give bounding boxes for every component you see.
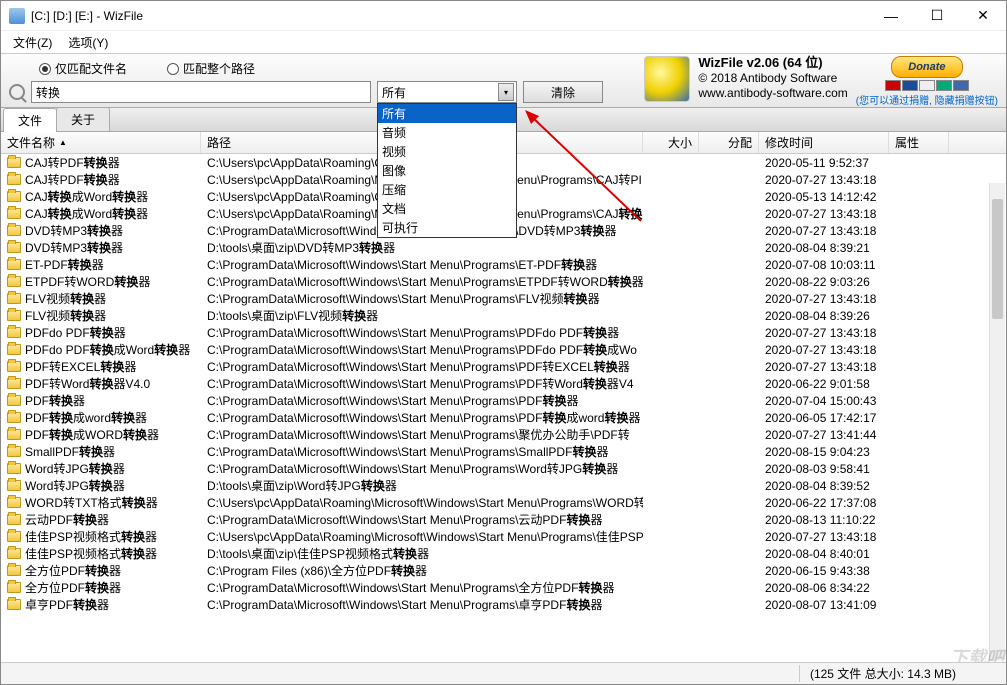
- payment-icons: [856, 80, 998, 91]
- col-size[interactable]: 大小: [643, 132, 699, 153]
- table-row[interactable]: 全方位PDF转换器C:\ProgramData\Microsoft\Window…: [1, 579, 1006, 596]
- folder-icon: [7, 514, 21, 525]
- menu-options[interactable]: 选项(Y): [60, 32, 116, 53]
- filter-option[interactable]: 可执行: [378, 218, 516, 237]
- folder-icon: [7, 429, 21, 440]
- table-row[interactable]: 卓亨PDF转换器C:\ProgramData\Microsoft\Windows…: [1, 596, 1006, 613]
- table-row[interactable]: WORD转TXT格式转换器C:\Users\pc\AppData\Roaming…: [1, 494, 1006, 511]
- folder-icon: [7, 582, 21, 593]
- search-icon: [9, 84, 25, 100]
- folder-icon: [7, 497, 21, 508]
- table-row[interactable]: PDF转换成WORD转换器C:\ProgramData\Microsoft\Wi…: [1, 426, 1006, 443]
- filter-option[interactable]: 音频: [378, 123, 516, 142]
- table-row[interactable]: FLV视频转换器C:\ProgramData\Microsoft\Windows…: [1, 290, 1006, 307]
- folder-icon: [7, 310, 21, 321]
- folder-icon: [7, 276, 21, 287]
- table-row[interactable]: ET-PDF转换器C:\ProgramData\Microsoft\Window…: [1, 256, 1006, 273]
- close-button[interactable]: ✕: [960, 1, 1006, 31]
- folder-icon: [7, 463, 21, 474]
- folder-icon: [7, 395, 21, 406]
- search-input[interactable]: [31, 81, 371, 103]
- chevron-down-icon[interactable]: ▾: [498, 83, 514, 101]
- filter-option[interactable]: 视频: [378, 142, 516, 161]
- folder-icon: [7, 174, 21, 185]
- window-title: [C:] [D:] [E:] - WizFile: [31, 9, 868, 23]
- folder-icon: [7, 208, 21, 219]
- col-attr[interactable]: 属性: [889, 132, 949, 153]
- menu-file[interactable]: 文件(Z): [5, 32, 60, 53]
- tab-file[interactable]: 文件: [3, 108, 57, 132]
- filter-option[interactable]: 压缩: [378, 180, 516, 199]
- scrollbar[interactable]: [989, 183, 1005, 661]
- table-row[interactable]: 云动PDF转换器C:\ProgramData\Microsoft\Windows…: [1, 511, 1006, 528]
- folder-icon: [7, 361, 21, 372]
- table-row[interactable]: 全方位PDF转换器C:\Program Files (x86)\全方位PDF转换…: [1, 562, 1006, 579]
- table-row[interactable]: PDFdo PDF转换器C:\ProgramData\Microsoft\Win…: [1, 324, 1006, 341]
- table-row[interactable]: PDF转换器C:\ProgramData\Microsoft\Windows\S…: [1, 392, 1006, 409]
- folder-icon: [7, 225, 21, 236]
- filter-option[interactable]: 所有: [378, 104, 516, 123]
- donate-note: (您可以通过捐赠, 隐藏捐赠按钮): [856, 92, 998, 107]
- table-row[interactable]: PDF转Word转换器V4.0C:\ProgramData\Microsoft\…: [1, 375, 1006, 392]
- folder-icon: [7, 548, 21, 559]
- status-text: (125 文件 总大小: 14.3 MB): [799, 665, 966, 682]
- brand-text: WizFile v2.06 (64 位) © 2018 Antibody Sof…: [698, 56, 847, 101]
- table-row[interactable]: FLV视频转换器D:\tools\桌面\zip\FLV视频转换器2020-08-…: [1, 307, 1006, 324]
- scroll-thumb[interactable]: [992, 199, 1003, 319]
- radio-icon: [167, 63, 179, 75]
- table-row[interactable]: PDFdo PDF转换成Word转换器C:\ProgramData\Micros…: [1, 341, 1006, 358]
- folder-icon: [7, 378, 21, 389]
- folder-icon: [7, 327, 21, 338]
- folder-icon: [7, 565, 21, 576]
- brand-icon: [644, 56, 690, 102]
- table-row[interactable]: DVD转MP3转换器D:\tools\桌面\zip\DVD转MP3转换器2020…: [1, 239, 1006, 256]
- filter-option[interactable]: 文档: [378, 199, 516, 218]
- folder-icon: [7, 480, 21, 491]
- folder-icon: [7, 344, 21, 355]
- clear-button[interactable]: 清除: [523, 81, 603, 103]
- donate-button[interactable]: Donate: [891, 56, 963, 78]
- radio-name-only[interactable]: 仅匹配文件名: [39, 60, 127, 77]
- tab-about[interactable]: 关于: [56, 107, 110, 131]
- col-name[interactable]: 文件名称▲: [1, 132, 201, 153]
- folder-icon: [7, 191, 21, 202]
- filter-option[interactable]: 图像: [378, 161, 516, 180]
- table-row[interactable]: 佳佳PSP视频格式转换器D:\tools\桌面\zip\佳佳PSP视频格式转换器…: [1, 545, 1006, 562]
- maximize-button[interactable]: ☐: [914, 1, 960, 31]
- radio-icon: [39, 63, 51, 75]
- col-mod[interactable]: 修改时间: [759, 132, 889, 153]
- table-row[interactable]: PDF转EXCEL转换器C:\ProgramData\Microsoft\Win…: [1, 358, 1006, 375]
- table-row[interactable]: Word转JPG转换器D:\tools\桌面\zip\Word转JPG转换器20…: [1, 477, 1006, 494]
- folder-icon: [7, 242, 21, 253]
- folder-icon: [7, 531, 21, 542]
- folder-icon: [7, 412, 21, 423]
- folder-icon: [7, 293, 21, 304]
- filter-dropdown: 所有音频视频图像压缩文档可执行: [377, 103, 517, 238]
- table-row[interactable]: 佳佳PSP视频格式转换器C:\Users\pc\AppData\Roaming\…: [1, 528, 1006, 545]
- filter-select[interactable]: 所有 ▾ 所有音频视频图像压缩文档可执行: [377, 81, 517, 103]
- filter-value: 所有: [382, 84, 406, 101]
- app-icon: [9, 8, 25, 24]
- folder-icon: [7, 157, 21, 168]
- col-alloc[interactable]: 分配: [699, 132, 759, 153]
- folder-icon: [7, 446, 21, 457]
- titlebar: [C:] [D:] [E:] - WizFile — ☐ ✕: [1, 1, 1006, 31]
- menubar: 文件(Z) 选项(Y): [1, 31, 1006, 53]
- statusbar: (125 文件 总大小: 14.3 MB): [1, 662, 1006, 684]
- radio-full-path[interactable]: 匹配整个路径: [167, 60, 255, 77]
- folder-icon: [7, 259, 21, 270]
- minimize-button[interactable]: —: [868, 1, 914, 31]
- table-row[interactable]: PDF转换成word转换器C:\ProgramData\Microsoft\Wi…: [1, 409, 1006, 426]
- table-row[interactable]: SmallPDF转换器C:\ProgramData\Microsoft\Wind…: [1, 443, 1006, 460]
- table-row[interactable]: ETPDF转WORD转换器C:\ProgramData\Microsoft\Wi…: [1, 273, 1006, 290]
- folder-icon: [7, 599, 21, 610]
- table-row[interactable]: Word转JPG转换器C:\ProgramData\Microsoft\Wind…: [1, 460, 1006, 477]
- toolbar: 仅匹配文件名 匹配整个路径 所有 ▾ 所有音频视频图像压缩文档可执行 清除 Wi…: [1, 53, 1006, 108]
